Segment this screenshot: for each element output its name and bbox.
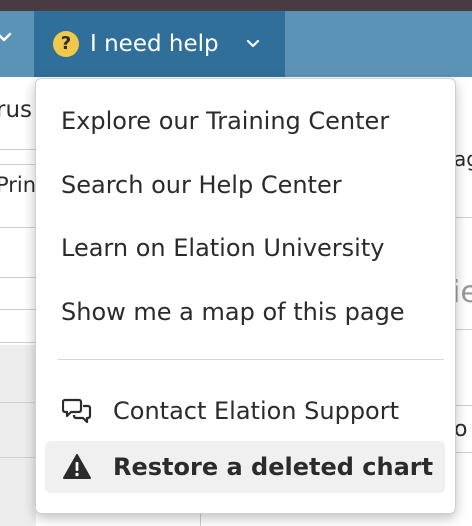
chevron-down-icon[interactable] (0, 29, 12, 45)
divider (0, 342, 36, 343)
background-text-fragment: ag (454, 147, 472, 171)
menu-item-page-map[interactable]: Show me a map of this page (36, 286, 455, 338)
menu-item-help-center[interactable]: Search our Help Center (36, 159, 455, 211)
divider (0, 402, 36, 403)
divider (0, 277, 36, 278)
background-text-fragment: o (454, 417, 468, 442)
top-navbar: ? I need help (0, 11, 472, 77)
divider (0, 149, 36, 150)
chevron-down-icon (246, 39, 260, 48)
divider (0, 309, 36, 310)
help-menu-label: I need help (90, 31, 219, 57)
menu-item-restore-chart[interactable]: Restore a deleted chart (45, 441, 445, 493)
menu-item-contact-support[interactable]: Contact Elation Support (36, 385, 455, 437)
warning-triangle-icon (63, 454, 91, 479)
menu-item-elation-university[interactable]: Learn on Elation University (36, 222, 455, 274)
divider (200, 513, 201, 526)
divider (456, 452, 472, 453)
chat-bubbles-icon (62, 398, 92, 424)
divider (456, 405, 472, 406)
divider (0, 457, 36, 458)
background-panel (0, 345, 36, 526)
help-menu-toggle[interactable]: ? I need help (34, 11, 285, 77)
help-question-icon: ? (53, 31, 79, 57)
background-text-fragment: rus (0, 97, 33, 123)
restore-chart-label: Restore a deleted chart (113, 453, 434, 481)
menu-item-training-center[interactable]: Explore our Training Center (36, 95, 455, 147)
contact-support-label: Contact Elation Support (113, 397, 400, 425)
divider (0, 164, 36, 165)
menu-divider (58, 359, 444, 360)
help-dropdown-menu: Explore our Training Center Search our H… (35, 78, 456, 514)
window-top-strip (0, 0, 472, 11)
divider (0, 227, 36, 228)
divider (456, 217, 472, 218)
divider (456, 329, 472, 330)
background-text-fragment: Prin (0, 173, 37, 197)
